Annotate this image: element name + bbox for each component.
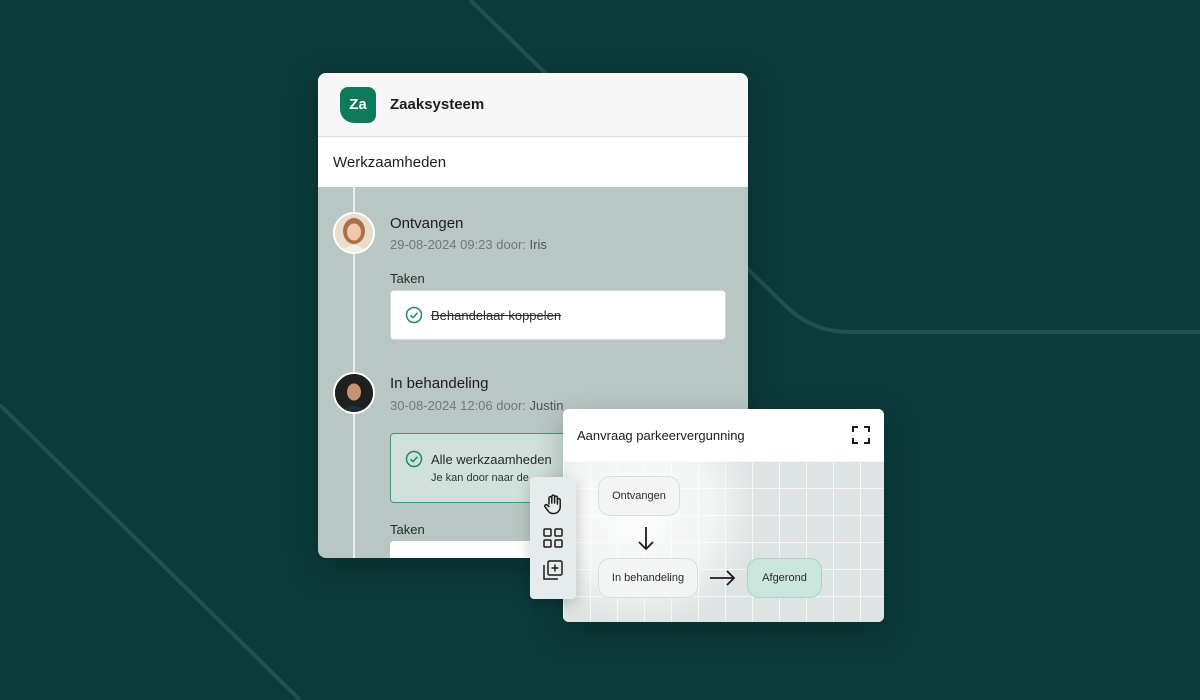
- add-square-icon[interactable]: [542, 559, 564, 581]
- grid-icon[interactable]: [542, 527, 564, 549]
- notice-title: Alle werkzaamheden: [431, 452, 552, 467]
- avatar: [333, 212, 375, 254]
- flow-node-done[interactable]: Afgerond: [747, 558, 822, 598]
- status-date: 29-08-2024 09:23 door:: [390, 237, 526, 252]
- avatar: [333, 372, 375, 414]
- check-circle-icon: [405, 450, 423, 468]
- tasks-label: Taken: [390, 271, 425, 286]
- status-title: Ontvangen: [390, 215, 464, 232]
- arrow-right-icon: [710, 570, 736, 586]
- app-title: Zaaksysteem: [390, 96, 485, 113]
- app-logo[interactable]: Za: [340, 86, 376, 123]
- canvas-toolbar: [530, 477, 576, 599]
- workflow-title: Aanvraag parkeervergunning: [577, 427, 745, 443]
- status-date: 30-08-2024 12:06 door:: [390, 398, 526, 413]
- workflow-header: Aanvraag parkeervergunning: [563, 409, 884, 461]
- flow-node-received[interactable]: Ontvangen: [598, 476, 680, 516]
- fullscreen-icon[interactable]: [852, 426, 870, 444]
- status-meta: 29-08-2024 09:23 door: Iris: [390, 237, 547, 252]
- app-header: Za Zaaksysteem: [318, 73, 748, 137]
- flow-node-in-progress[interactable]: In behandeling: [598, 558, 698, 598]
- status-user: Justin: [529, 398, 564, 413]
- task-label: Behandelaar koppelen: [431, 307, 562, 323]
- section-title: Werkzaamheden: [318, 137, 748, 187]
- arrow-down-icon: [638, 527, 654, 551]
- notice-subtext: Je kan door naar de: [431, 472, 529, 484]
- workflow-card: Aanvraag parkeervergunning Ontvangen In …: [563, 409, 884, 622]
- status-meta: 30-08-2024 12:06 door: Justin: [390, 398, 563, 413]
- task-item[interactable]: Behandelaar koppelen: [390, 290, 726, 340]
- tasks-label: Taken: [390, 522, 425, 537]
- workflow-canvas[interactable]: Ontvangen In behandeling Afgerond: [563, 461, 884, 622]
- check-circle-icon[interactable]: [405, 306, 423, 324]
- status-user: Iris: [529, 237, 547, 252]
- hand-icon[interactable]: [542, 493, 564, 515]
- status-title: In behandeling: [390, 375, 489, 392]
